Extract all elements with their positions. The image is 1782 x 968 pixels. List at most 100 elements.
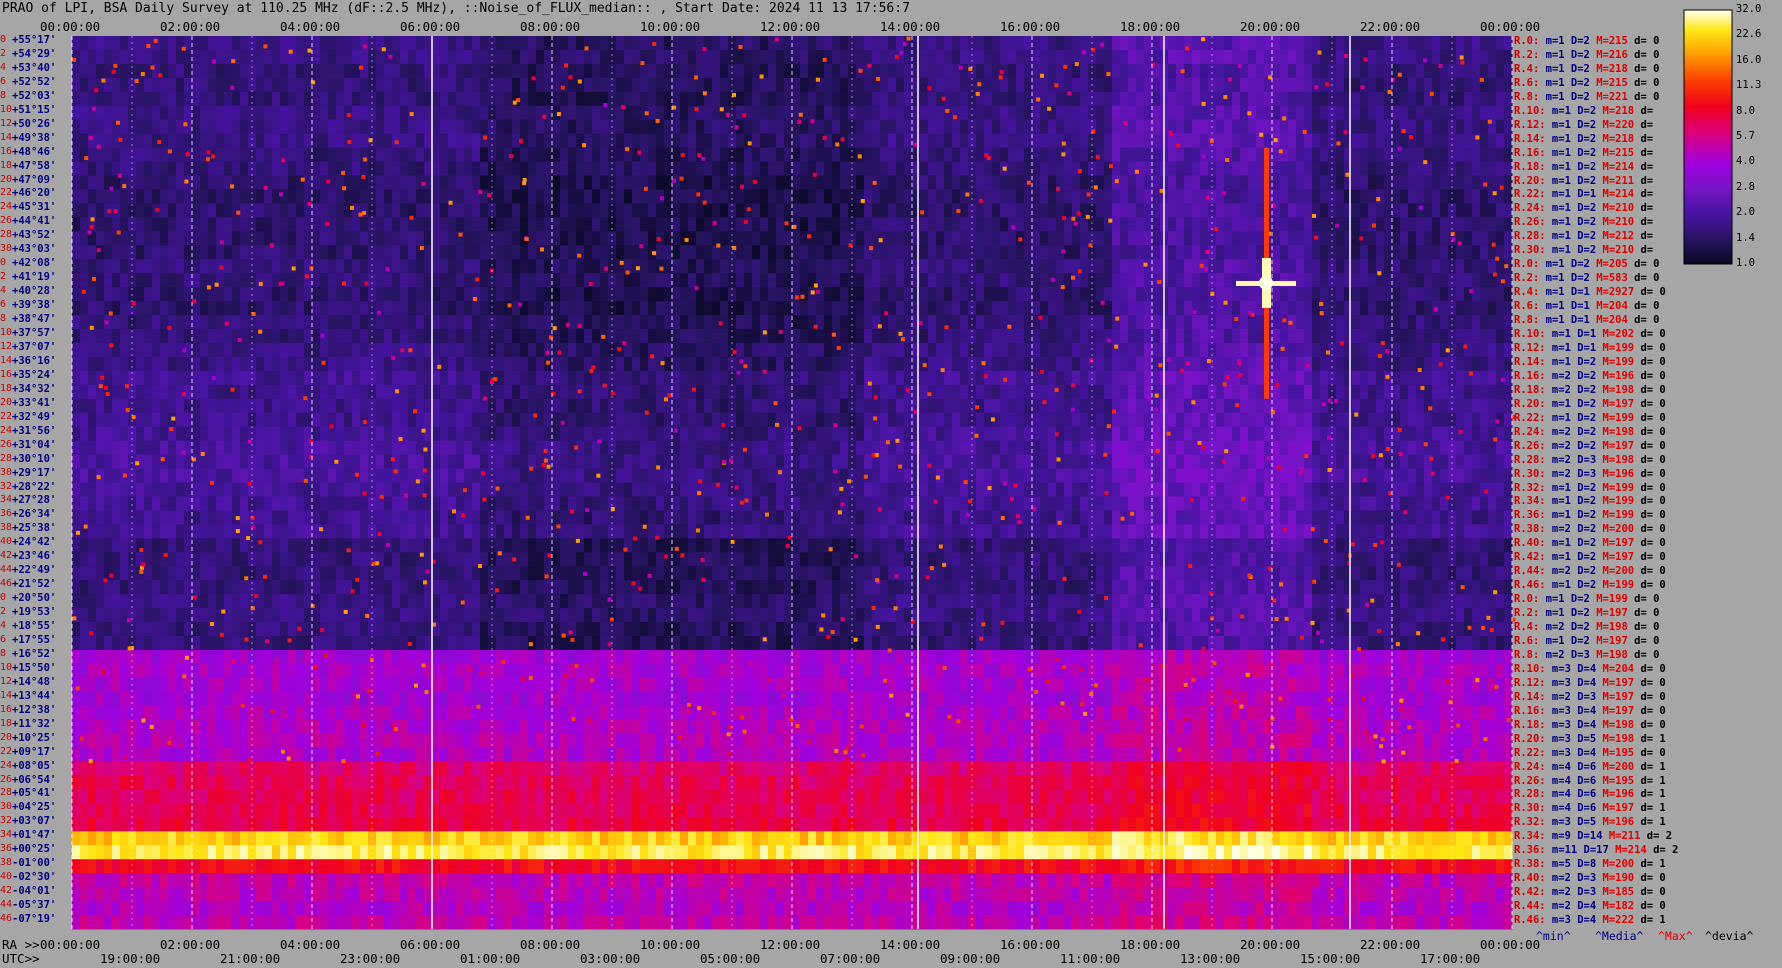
heatmap-cell: [560, 245, 569, 260]
heatmap-cell: [1432, 398, 1441, 414]
heatmap-cell: [1488, 384, 1497, 400]
heatmap-cell: [1224, 259, 1233, 274]
heatmap-cell: [792, 342, 801, 358]
heatmap-cell: [392, 342, 401, 358]
heatmap-cell: [656, 259, 665, 274]
heatmap-cell: [208, 315, 217, 330]
heatmap-cell: [928, 91, 937, 107]
heatmap-cell: [784, 105, 793, 121]
heatmap-cell: [480, 356, 489, 372]
heatmap-cell: [1048, 217, 1057, 232]
heatmap-cell: [112, 384, 121, 400]
heatmap-cell: [592, 175, 601, 190]
heatmap-cell: [1144, 105, 1153, 121]
heatmap-cell: [224, 287, 233, 302]
heatmap-cell: [1152, 203, 1161, 218]
heatmap-cell: [632, 91, 641, 107]
heatmap-cell: [1120, 231, 1129, 246]
heatmap-cell: [1056, 301, 1065, 316]
heatmap-cell: [1120, 356, 1129, 372]
heatmap-cell: [344, 91, 353, 107]
heatmap-cell: [160, 342, 169, 358]
heatmap-cell: [496, 91, 505, 107]
heatmap-cell: [1184, 91, 1193, 107]
heatmap-cell: [1384, 63, 1393, 79]
heatmap-cell: [664, 189, 673, 204]
heatmap-cell: [672, 77, 681, 93]
heatmap-cell: [392, 217, 401, 232]
heatmap-cell: [688, 384, 697, 400]
heatmap-cell: [584, 203, 593, 218]
heatmap-cell: [1104, 384, 1113, 400]
heatmap-cell: [1192, 105, 1201, 121]
heatmap-cell: [1368, 301, 1377, 316]
heatmap-cell: [1424, 273, 1433, 288]
heatmap-cell: [1072, 301, 1081, 316]
heatmap-cell: [760, 342, 769, 358]
heatmap-cell: [552, 342, 561, 358]
heatmap-cell: [1144, 77, 1153, 93]
heatmap-cell: [1144, 329, 1153, 344]
heatmap-cell: [1472, 161, 1481, 177]
heatmap-cell: [312, 49, 321, 65]
heatmap-cell: [304, 301, 313, 316]
heatmap-cell: [1464, 36, 1473, 51]
heatmap-cell: [448, 91, 457, 107]
heatmap-cell: [576, 147, 585, 163]
heatmap-cell: [96, 412, 105, 428]
heatmap-cell: [1416, 273, 1425, 288]
heatmap-cell: [136, 259, 145, 274]
heatmap-cell: [168, 245, 177, 260]
heatmap-cell: [808, 370, 817, 386]
heatmap-cell: [1000, 217, 1009, 232]
heatmap-cell: [1376, 301, 1385, 316]
heatmap-cell: [1456, 36, 1465, 51]
heatmap-cell: [920, 119, 929, 135]
heatmap-cell: [456, 273, 465, 288]
heatmap-cell: [1400, 231, 1409, 246]
heatmap-cell: [136, 161, 145, 177]
heatmap-cell: [1232, 105, 1241, 121]
heatmap-cell: [1360, 245, 1369, 260]
heatmap-cell: [896, 398, 905, 414]
heatmap-cell: [688, 245, 697, 260]
heatmap-cell: [424, 161, 433, 177]
heatmap-cell: [416, 356, 425, 372]
heatmap-cell: [1496, 301, 1505, 316]
heatmap-cell: [1336, 77, 1345, 93]
heatmap-cell: [440, 259, 449, 274]
heatmap-cell: [416, 91, 425, 107]
heatmap-cell: [808, 77, 817, 93]
heatmap-cell: [1432, 259, 1441, 274]
heatmap-cell: [264, 105, 273, 121]
heatmap-cell: [1376, 91, 1385, 107]
heatmap-cell: [1400, 273, 1409, 288]
heatmap-cell: [1392, 384, 1401, 400]
heatmap-cell: [888, 175, 897, 190]
heatmap-cell: [608, 315, 617, 330]
heatmap-cell: [840, 175, 849, 190]
heatmap-cell: [1472, 259, 1481, 274]
heatmap-cell: [416, 133, 425, 149]
heatmap-cell: [1008, 63, 1017, 79]
heatmap-cell: [808, 245, 817, 260]
heatmap-cell: [608, 356, 617, 372]
heatmap-cell: [288, 384, 297, 400]
heatmap-cell: [168, 273, 177, 288]
heatmap-cell: [1376, 36, 1385, 51]
heatmap-cell: [1128, 398, 1137, 414]
heatmap-cell: [976, 273, 985, 288]
heatmap-cell: [112, 301, 121, 316]
heatmap-cell: [432, 203, 441, 218]
heatmap-cell: [440, 147, 449, 163]
heatmap-cell: [1320, 231, 1329, 246]
heatmap-cell: [856, 370, 865, 386]
heatmap-cell: [232, 384, 241, 400]
heatmap-cell: [896, 63, 905, 79]
heatmap-cell: [224, 105, 233, 121]
heatmap-cell: [1328, 315, 1337, 330]
heatmap-cell: [1440, 175, 1449, 190]
heatmap-cell: [1168, 49, 1177, 65]
heatmap-cell: [472, 329, 481, 344]
heatmap-cell: [456, 329, 465, 344]
